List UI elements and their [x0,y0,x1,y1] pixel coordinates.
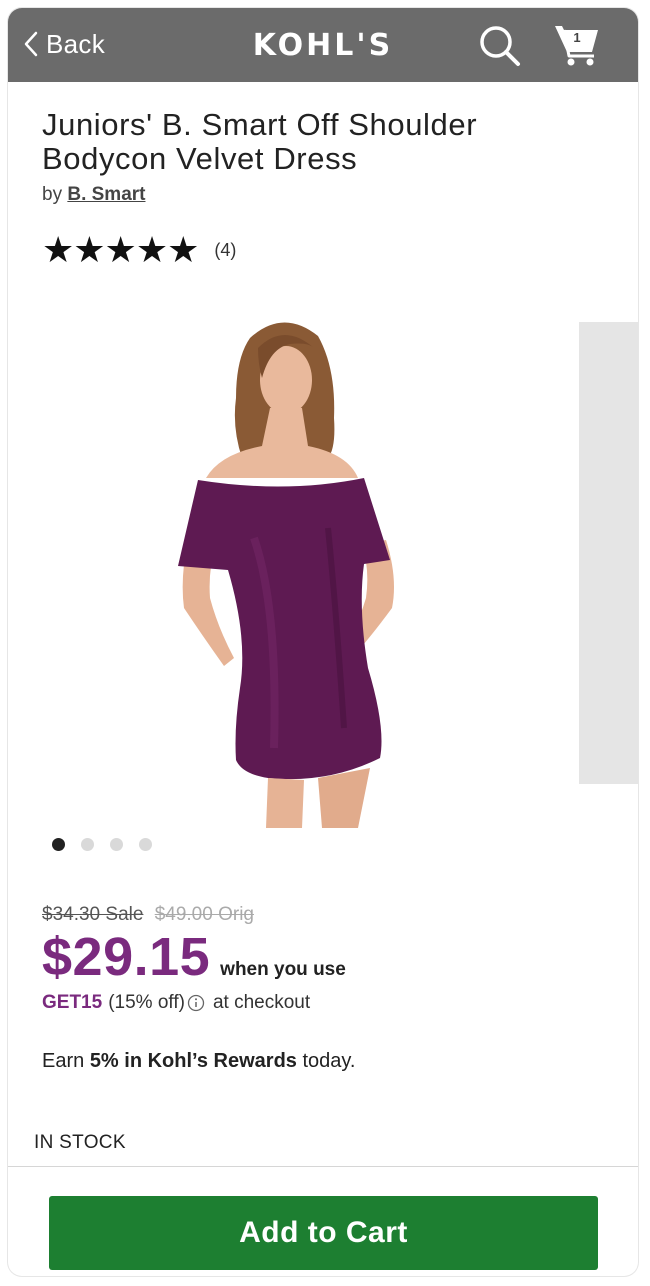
by-label: by [42,184,63,205]
coupon-code: GET15 [42,992,103,1013]
rewards-suffix: today. [302,1050,356,1072]
rewards-message: Earn 5% in Kohl’s Rewards today. [42,1050,355,1073]
cart-button[interactable]: 1 [552,20,602,68]
product-title: Juniors' B. Smart Off Shoulder Bodycon V… [42,107,478,176]
app-frame: Back KOHL'S 1 Juniors' B. Smart Off Shou… [8,8,638,1276]
back-button[interactable]: Back [22,26,105,62]
top-nav-bar: Back KOHL'S 1 [8,8,638,82]
sale-price: $34.30 Sale [42,904,144,925]
brand-byline: by B. Smart [42,184,146,206]
rating-summary[interactable]: ★★★★★ (4) [42,232,236,268]
when-you-use-label: when you use [220,959,346,980]
next-image-peek[interactable] [579,322,638,784]
brand-link[interactable]: B. Smart [67,184,145,205]
checkout-label: at checkout [212,992,311,1013]
coupon-row: GET15 (15% off) at checkout [42,992,310,1014]
coupon-detail: (15% off) [108,992,185,1013]
info-icon[interactable] [187,994,205,1012]
final-price: $29.15 [42,927,211,987]
stock-status: IN STOCK [34,1132,126,1153]
add-to-cart-button[interactable]: Add to Cart [49,1196,598,1270]
star-rating: ★★★★★ [42,229,199,270]
image-pager [52,838,152,851]
original-price: $49.00 Orig [154,904,254,925]
divider [8,1166,638,1167]
review-count: (4) [214,239,237,260]
chevron-left-icon [24,31,38,57]
kohls-logo[interactable]: KOHL'S [238,28,408,63]
rewards-prefix: Earn [42,1050,85,1072]
previous-prices: $34.30 Sale $49.00 Orig [42,904,254,926]
product-image[interactable] [158,308,408,828]
price-row: $29.15 when you use [42,926,346,988]
cart-count-badge: 1 [573,30,581,45]
search-button[interactable] [478,24,522,68]
rewards-amount: 5% in Kohl’s Rewards [89,1050,297,1072]
pager-dot-1[interactable] [52,838,65,851]
pager-dot-4[interactable] [139,838,152,851]
back-label: Back [46,28,106,59]
search-icon [480,26,520,66]
pager-dot-2[interactable] [81,838,94,851]
pager-dot-3[interactable] [110,838,123,851]
